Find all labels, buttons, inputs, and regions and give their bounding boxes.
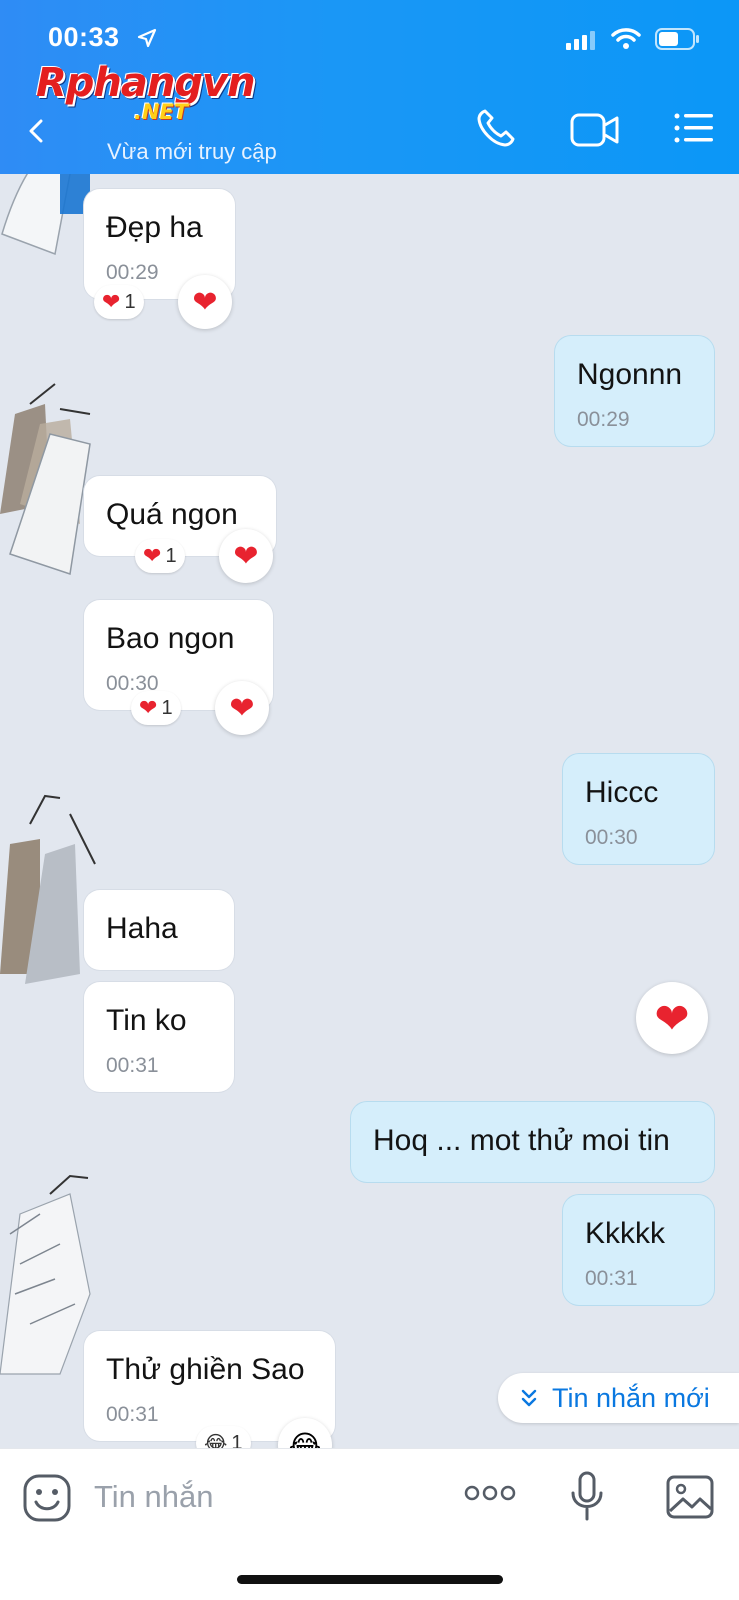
message-time: 00:29 bbox=[106, 261, 159, 284]
reaction-count: 1 bbox=[231, 1431, 243, 1449]
chat-header: 00:33 Rphangvn .NET Vừa mới truy cập bbox=[0, 0, 739, 174]
message-text: Bao ngon bbox=[106, 622, 235, 655]
heart-icon: ❤ bbox=[192, 285, 218, 319]
chevron-double-down-icon bbox=[521, 1389, 537, 1407]
message-text: Tin ko bbox=[106, 1004, 187, 1037]
react-button[interactable]: ❤ bbox=[215, 681, 269, 735]
phone-icon[interactable] bbox=[476, 108, 516, 148]
message-bubble-outgoing[interactable]: Hiccc 00:30 bbox=[563, 754, 714, 864]
heart-icon: ❤ bbox=[139, 695, 158, 720]
message-time: 00:29 bbox=[577, 408, 630, 431]
presence-status: Vừa mới truy cập bbox=[107, 139, 277, 164]
message-text: Ngonnn bbox=[577, 358, 683, 391]
emoji-icon[interactable] bbox=[22, 1473, 72, 1523]
menu-icon[interactable] bbox=[674, 112, 714, 144]
video-icon[interactable] bbox=[570, 112, 620, 148]
message-text: Thử ghiền Sao bbox=[106, 1353, 305, 1386]
message-input[interactable]: Tin nhắn bbox=[94, 1479, 214, 1515]
status-time: 00:33 bbox=[48, 22, 120, 52]
message-text: Đẹp ha bbox=[106, 211, 203, 244]
battery-icon bbox=[655, 28, 699, 50]
reaction-summary[interactable]: 😂 1 bbox=[196, 1426, 251, 1448]
wifi-icon bbox=[611, 28, 641, 49]
watermark-logo: Rphangvn .NET bbox=[36, 60, 266, 130]
message-text: Hiccc bbox=[585, 776, 659, 809]
back-icon[interactable] bbox=[28, 118, 44, 144]
reaction-count: 1 bbox=[165, 544, 177, 567]
heart-icon: ❤ bbox=[233, 539, 259, 573]
mic-icon[interactable] bbox=[570, 1471, 604, 1523]
reaction-count: 1 bbox=[161, 696, 173, 719]
laugh-icon: 😂 bbox=[288, 1429, 322, 1449]
message-text: Haha bbox=[106, 912, 178, 945]
reaction-summary[interactable]: ❤ 1 bbox=[131, 691, 181, 725]
heart-icon: ❤ bbox=[654, 994, 690, 1042]
react-button[interactable]: ❤ bbox=[636, 982, 708, 1054]
location-arrow-icon bbox=[137, 28, 157, 48]
contact-avatar[interactable] bbox=[0, 374, 100, 584]
react-button[interactable]: ❤ bbox=[219, 529, 273, 583]
contact-avatar[interactable] bbox=[0, 784, 100, 994]
logo-subtext: .NET bbox=[134, 100, 189, 124]
message-bubble-outgoing[interactable]: Ngonnn 00:29 bbox=[555, 336, 714, 446]
image-icon[interactable] bbox=[666, 1475, 714, 1519]
home-indicator bbox=[237, 1575, 503, 1584]
message-list[interactable]: Đẹp ha 00:29 ❤ 1 ❤ Ngonnn 00:29 Quá ngon… bbox=[0, 174, 739, 1448]
message-time: 00:30 bbox=[585, 826, 638, 849]
new-messages-button[interactable]: Tin nhắn mới bbox=[498, 1373, 739, 1423]
heart-icon: ❤ bbox=[102, 289, 121, 314]
reaction-summary[interactable]: ❤ 1 bbox=[94, 285, 144, 319]
more-icon[interactable] bbox=[464, 1485, 516, 1501]
reaction-summary[interactable]: ❤ 1 bbox=[135, 539, 185, 573]
message-time: 00:31 bbox=[585, 1267, 638, 1290]
react-button[interactable]: ❤ bbox=[178, 275, 232, 329]
message-bubble-incoming[interactable]: Tin ko 00:31 bbox=[84, 982, 234, 1092]
heart-icon: ❤ bbox=[229, 691, 255, 725]
message-time: 00:31 bbox=[106, 1403, 159, 1426]
message-text: Hoq ... mot thử moi tin bbox=[373, 1124, 670, 1157]
reaction-count: 1 bbox=[124, 290, 136, 313]
message-time: 00:31 bbox=[106, 1054, 159, 1077]
heart-icon: ❤ bbox=[143, 543, 162, 568]
new-messages-label: Tin nhắn mới bbox=[552, 1382, 710, 1413]
message-bubble-outgoing[interactable]: Hoq ... mot thử moi tin bbox=[351, 1102, 714, 1182]
laugh-icon: 😂 bbox=[204, 1432, 228, 1449]
signal-icon bbox=[566, 31, 595, 50]
composer-bar: Tin nhắn bbox=[0, 1448, 739, 1600]
message-text: Kkkkk bbox=[585, 1217, 666, 1250]
message-text: Quá ngon bbox=[106, 498, 238, 531]
message-bubble-incoming[interactable]: Haha bbox=[84, 890, 234, 970]
message-bubble-outgoing[interactable]: Kkkkk 00:31 bbox=[563, 1195, 714, 1305]
